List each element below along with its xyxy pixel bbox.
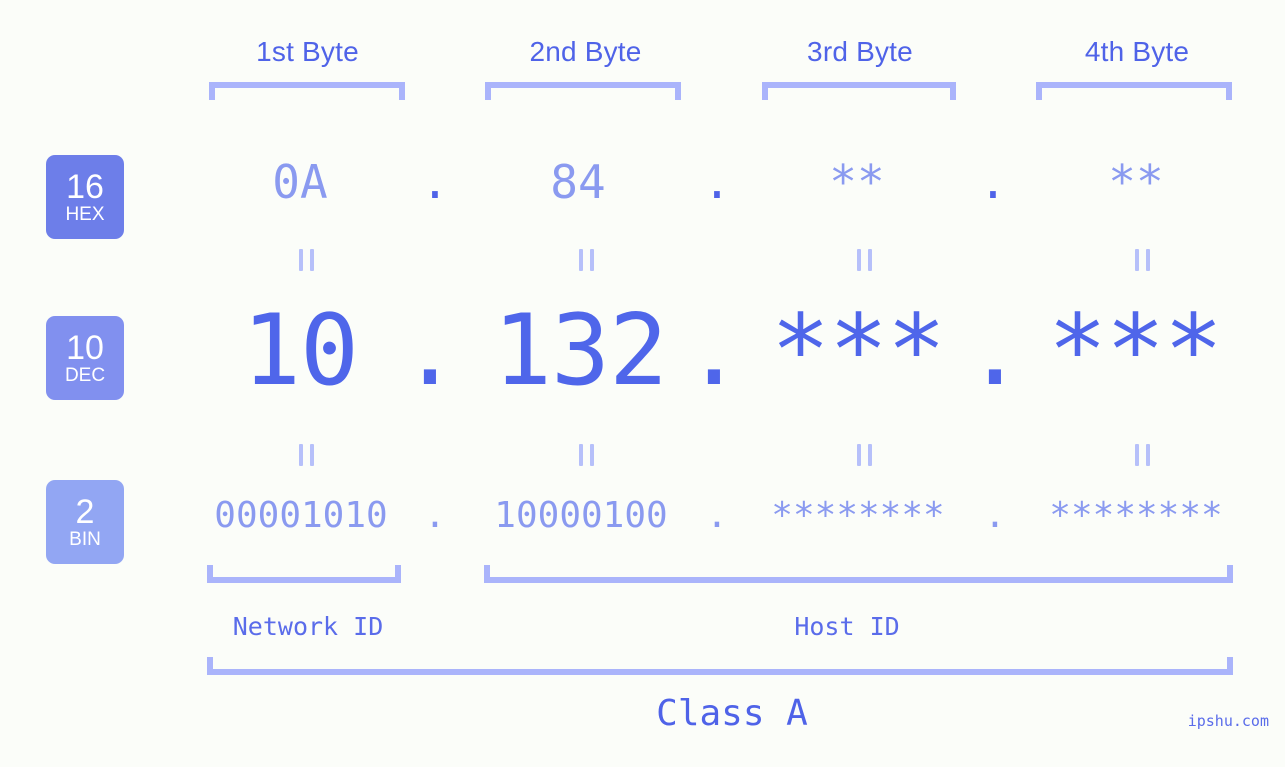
bin-separator-3: . [984,495,1006,536]
equals-mark-dec-bin-1 [288,444,314,466]
bin-byte-4: ******** [1049,495,1223,536]
byte-header-2: 2nd Byte [458,32,713,72]
base-badge-dec-number: 10 [66,328,104,367]
hex-byte-1: 0A [272,155,328,209]
class-bracket [207,657,1233,675]
hex-byte-3: ** [829,155,885,209]
byte-header-2-label: 2nd Byte [529,36,642,67]
hex-separator-2: . [703,155,731,209]
bin-separator-2: . [706,495,728,536]
base-badge-bin-number: 2 [75,492,95,531]
equals-mark-hex-dec-2 [568,249,594,271]
dec-separator-3: . [965,294,1025,408]
byte-header-3: 3rd Byte [735,32,985,72]
dec-byte-1: 10 [241,294,359,408]
base-badge-dec: 10 DEC [46,316,124,400]
hex-separator-1: . [421,155,449,209]
equals-mark-dec-bin-3 [846,444,872,466]
byte-header-4-label: 4th Byte [1084,36,1190,67]
base-badge-hex-abbr: HEX [65,203,105,225]
dec-separator-1: . [400,294,460,408]
bin-byte-3: ******** [771,495,945,536]
equals-mark-dec-bin-2 [568,444,594,466]
network-id-bracket [207,565,401,583]
byte-bracket-3 [762,82,956,100]
bin-separator-1: . [424,495,446,536]
site-watermark: ipshu.com [1187,712,1269,730]
base-badge-hex-number: 16 [66,167,104,206]
hex-byte-2: 84 [550,155,606,209]
equals-mark-hex-dec-4 [1124,249,1150,271]
dec-byte-4: *** [1047,294,1223,408]
base-badge-bin: 2 BIN [46,480,124,564]
byte-header-4: 4th Byte [1012,32,1262,72]
byte-header-1-label: 1st Byte [256,36,359,67]
dec-byte-2: 132 [492,294,668,408]
ip-address-breakdown-figure: 1st Byte 2nd Byte 3rd Byte 4th Byte 16 H… [0,0,1285,767]
byte-bracket-4 [1036,82,1232,100]
host-id-label: Host ID [794,612,900,641]
dec-byte-3: *** [770,294,946,408]
network-id-label: Network ID [232,612,384,641]
byte-header-3-label: 3rd Byte [807,36,913,67]
class-label: Class A [656,693,808,734]
host-id-bracket [484,565,1233,583]
dec-separator-2: . [684,294,744,408]
byte-bracket-2 [485,82,681,100]
equals-mark-dec-bin-4 [1124,444,1150,466]
base-badge-hex: 16 HEX [46,155,124,239]
byte-header-1: 1st Byte [180,32,435,72]
byte-bracket-1 [209,82,405,100]
base-badge-bin-abbr: BIN [69,528,101,550]
bin-byte-2: 10000100 [494,495,668,536]
base-badge-dec-abbr: DEC [64,364,106,386]
hex-byte-4: ** [1108,155,1164,209]
hex-separator-3: . [979,155,1007,209]
equals-mark-hex-dec-3 [846,249,872,271]
equals-mark-hex-dec-1 [288,249,314,271]
bin-byte-1: 00001010 [214,495,388,536]
